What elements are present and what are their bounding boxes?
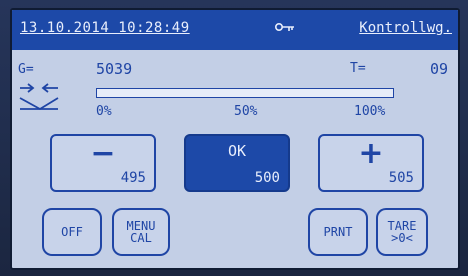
- progress-label-0: 0%: [96, 104, 112, 119]
- minus-value: 495: [120, 170, 146, 186]
- minus-symbol: −: [90, 136, 116, 171]
- gross-value: 5039: [96, 60, 133, 78]
- device-frame: 13.10.2014 10:28:49 Kontrollwg. G= 5039 …: [0, 0, 468, 276]
- ok-button[interactable]: OK 500: [184, 134, 290, 192]
- scale-pan-icon: [19, 97, 59, 111]
- tare-button[interactable]: TARE >0<: [376, 208, 428, 256]
- plus-value: 505: [388, 170, 414, 186]
- datetime-text: 13.10.2014 10:28:49: [20, 20, 190, 36]
- minus-button[interactable]: − 495: [50, 134, 156, 192]
- plus-symbol: +: [358, 136, 384, 171]
- display-screen: 13.10.2014 10:28:49 Kontrollwg. G= 5039 …: [10, 8, 460, 270]
- print-button[interactable]: PRNT: [308, 208, 368, 256]
- status-bar: 13.10.2014 10:28:49 Kontrollwg.: [12, 10, 458, 50]
- off-label: OFF: [61, 225, 83, 239]
- tare-value: 09: [429, 60, 448, 78]
- progress-label-100: 100%: [354, 104, 386, 119]
- cal-label: CAL: [130, 231, 152, 245]
- ok-label: OK: [227, 142, 247, 160]
- plus-button[interactable]: + 505: [318, 134, 424, 192]
- off-button[interactable]: OFF: [42, 208, 102, 256]
- print-label: PRNT: [323, 225, 353, 239]
- ok-value: 500: [254, 170, 280, 186]
- tare-label: T=: [350, 61, 366, 76]
- key-icon: [274, 21, 296, 37]
- tare-label-line2: >0<: [391, 231, 413, 245]
- direction-arrows-icon: [18, 82, 68, 112]
- weight-progress-bar: [96, 88, 394, 98]
- menu-cal-button[interactable]: MENU CAL: [112, 208, 170, 256]
- mode-label: Kontrollwg.: [359, 20, 452, 36]
- gross-label: G=: [18, 62, 34, 77]
- progress-label-50: 50%: [234, 104, 258, 119]
